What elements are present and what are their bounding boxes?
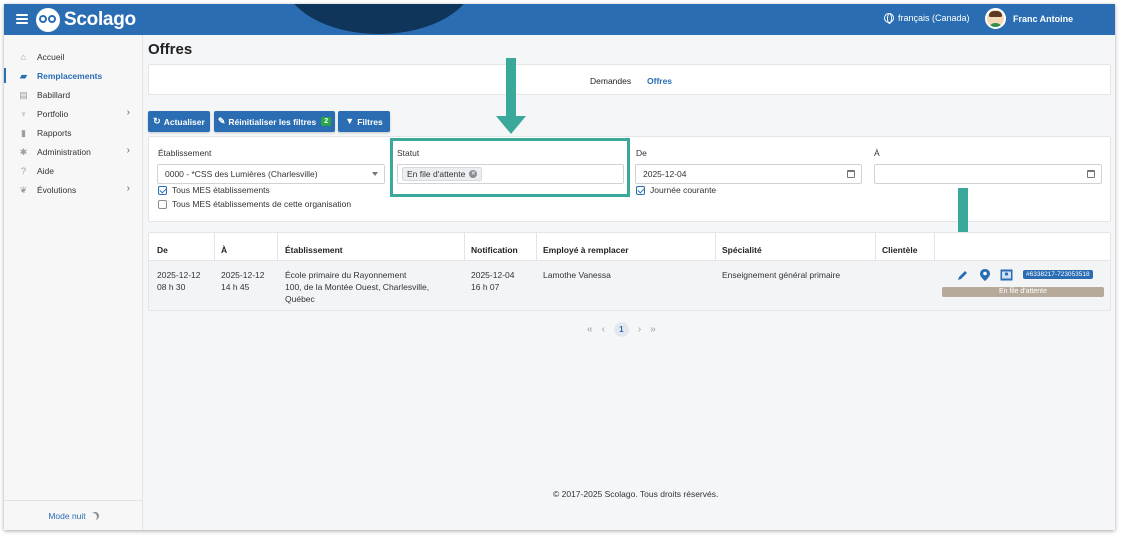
annotation-arrow xyxy=(958,188,968,234)
gear-icon: ✱ xyxy=(19,146,28,157)
tous-mes-etab-org-checkbox[interactable]: Tous MES établissements de cette organis… xyxy=(158,199,351,209)
previous-page-icon[interactable]: ‹ xyxy=(602,324,605,335)
sidebar-item-administration[interactable]: ✱ Administration › xyxy=(4,142,142,161)
journee-courante-checkbox[interactable]: Journée courante xyxy=(636,185,716,195)
table-row[interactable]: 2025-12-12 08 h 30 2025-12-12 14 h 45 Éc… xyxy=(149,260,1110,310)
user-menu[interactable]: Franc Antoine xyxy=(985,8,1073,29)
status-chip[interactable]: En file d'attente ✕ xyxy=(402,167,483,181)
owl-logo-icon xyxy=(36,7,60,32)
sidebar-item-aide[interactable]: ? Aide xyxy=(4,161,142,180)
tab-demandes[interactable]: Demandes xyxy=(590,76,631,86)
brand-name: Scolago xyxy=(64,8,136,30)
night-mode-toggle[interactable]: Mode nuit xyxy=(4,500,143,530)
filter-icon: ▼ xyxy=(345,116,355,126)
offers-table: De À Établissement Notification Employé … xyxy=(148,232,1111,311)
calendar-icon[interactable] xyxy=(847,170,855,178)
map-icon: ▰ xyxy=(20,70,27,81)
annotation-arrow xyxy=(506,58,516,118)
sidebar-item-portfolio[interactable]: ♆ Portfolio › xyxy=(4,104,142,123)
tabs-bar: Demandes Offres xyxy=(148,64,1111,95)
a-date-input[interactable] xyxy=(874,164,1102,184)
refresh-button[interactable]: ↻ Actualiser xyxy=(148,111,210,132)
statut-select[interactable]: En file d'attente ✕ xyxy=(397,164,624,184)
trophy-icon: ♆ xyxy=(20,108,27,119)
annotation-arrow-head xyxy=(496,116,526,134)
de-date-input[interactable]: 2025-12-04 xyxy=(635,164,862,184)
checkbox-checked-icon xyxy=(158,185,167,195)
etablissement-select[interactable]: 0000 - *CSS des Lumières (Charlesville) xyxy=(157,164,385,184)
top-bar: Scolago français (Canada) Franc Antoine xyxy=(4,4,1115,35)
footer-copyright: © 2017-2025 Scolago. Tous droits réservé… xyxy=(553,489,719,499)
avatar xyxy=(985,8,1006,29)
help-icon: ? xyxy=(20,165,26,176)
sidebar-item-babillard[interactable]: ▤ Babillard xyxy=(4,85,142,104)
evolution-icon: ❦ xyxy=(19,184,28,195)
filter-count-badge: 2 xyxy=(321,117,332,126)
edit-pencil-icon[interactable] xyxy=(957,269,969,281)
app-window: Scolago français (Canada) Franc Antoine … xyxy=(4,4,1115,530)
chevron-right-icon: › xyxy=(126,145,130,156)
language-selector[interactable]: français (Canada) xyxy=(884,13,970,24)
board-icon: ▤ xyxy=(19,89,28,100)
chevron-down-icon xyxy=(372,172,378,176)
etablissement-label: Établissement xyxy=(158,148,212,158)
logo[interactable]: Scolago xyxy=(36,6,136,33)
statut-label: Statut xyxy=(397,148,420,158)
checkbox-unchecked-icon xyxy=(158,199,167,209)
column-header[interactable]: Employé à remplacer xyxy=(543,245,629,255)
last-page-icon[interactable]: » xyxy=(650,324,656,335)
moon-icon xyxy=(89,513,97,521)
tab-offres[interactable]: Offres xyxy=(647,76,672,86)
filters-button[interactable]: ▼ Filtres xyxy=(338,111,390,132)
sidebar-item-evolutions[interactable]: ❦ Évolutions › xyxy=(4,180,142,199)
calendar-icon[interactable] xyxy=(1087,170,1095,178)
sidebar: ⌂ Accueil ▰ Remplacements ▤ Babillard ♆ … xyxy=(4,35,143,530)
remove-chip-icon[interactable]: ✕ xyxy=(469,170,478,178)
column-header[interactable]: Clientèle xyxy=(882,245,917,255)
column-header[interactable]: Spécialité xyxy=(722,245,762,255)
language-label: français (Canada) xyxy=(898,13,970,23)
sidebar-item-remplacements[interactable]: ▰ Remplacements xyxy=(4,66,142,85)
report-icon: ▮ xyxy=(21,127,26,138)
offer-id-badge[interactable]: #6338217-723053518 xyxy=(1023,270,1093,279)
tous-mes-etab-checkbox[interactable]: Tous MES établissements xyxy=(158,185,270,195)
pagination: « ‹ 1 › » xyxy=(587,322,656,337)
column-header[interactable]: Notification xyxy=(471,245,518,255)
refresh-icon: ↻ xyxy=(153,116,161,126)
checkbox-checked-icon xyxy=(636,185,645,195)
user-name: Franc Antoine xyxy=(1013,13,1074,24)
chevron-right-icon: › xyxy=(126,107,130,118)
globe-icon xyxy=(884,13,894,24)
menu-icon[interactable] xyxy=(16,14,28,24)
next-page-icon[interactable]: › xyxy=(638,324,641,335)
column-header[interactable]: De xyxy=(157,245,168,255)
sidebar-item-accueil[interactable]: ⌂ Accueil xyxy=(4,47,142,66)
page-button-current[interactable]: 1 xyxy=(613,322,629,337)
de-label: De xyxy=(636,148,647,158)
column-header[interactable]: À xyxy=(221,245,227,255)
page-title: Offres xyxy=(148,41,193,58)
home-icon: ⌂ xyxy=(20,51,27,62)
column-header[interactable]: Établissement xyxy=(285,245,343,255)
status-badge: En file d'attente xyxy=(942,287,1104,297)
a-label: À xyxy=(874,148,880,158)
sidebar-item-rapports[interactable]: ▮ Rapports xyxy=(4,123,142,142)
id-card-icon[interactable] xyxy=(1000,269,1013,281)
eraser-icon: ✎ xyxy=(217,116,226,126)
reset-filters-button[interactable]: ✎ Réinitialiser les filtres 2 xyxy=(214,111,335,132)
first-page-icon[interactable]: « xyxy=(587,324,593,335)
map-pin-icon[interactable] xyxy=(980,269,990,281)
chevron-right-icon: › xyxy=(126,183,130,194)
